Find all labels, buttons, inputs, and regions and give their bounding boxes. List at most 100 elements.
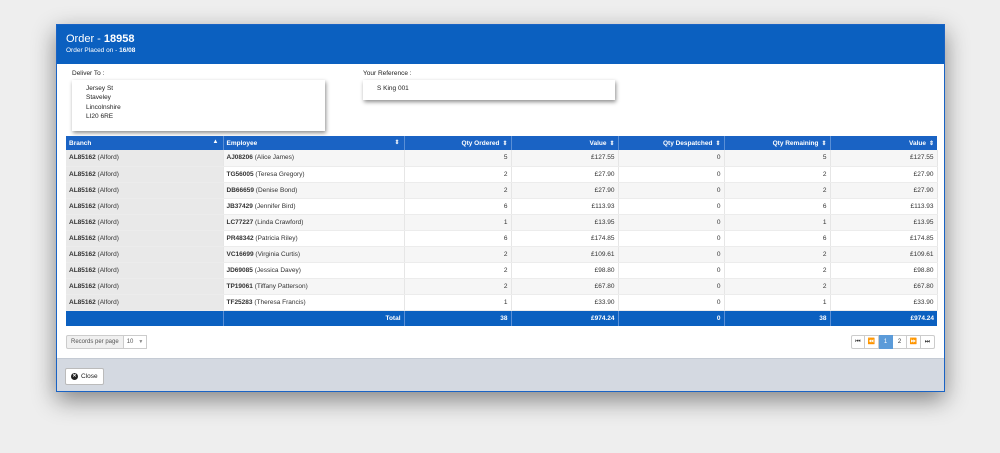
table-row[interactable]: AL85162 (Alford) TG56005 (Teresa Gregory)… — [66, 166, 938, 183]
table-row[interactable]: AL85162 (Alford) TP19061 (Tiffany Patters… — [66, 278, 938, 295]
value-remaining-cell: £67.80 — [830, 278, 938, 295]
sort-icon: ⇕ — [394, 140, 400, 146]
column-header-qty-ordered[interactable]: Qty Ordered ⇕ — [404, 136, 512, 150]
qty-ordered-cell: 2 — [404, 182, 512, 199]
employee-cell: VC16699 (Virginia Curtis) — [223, 246, 405, 263]
value-cell: £98.80 — [511, 262, 619, 279]
records-per-page-select[interactable]: 10 ▼ — [123, 335, 148, 349]
value-remaining-cell: £98.80 — [830, 262, 938, 279]
close-circle-icon: ✕ — [71, 373, 78, 380]
table-row[interactable]: AL85162 (Alford) JD69085 (Jessica Davey) 2… — [66, 262, 938, 279]
page-button-1[interactable]: 1 — [879, 335, 893, 349]
table-row[interactable]: AL85162 (Alford) LC77227 (Linda Crawford)… — [66, 214, 938, 231]
value-remaining-cell: £127.55 — [830, 150, 938, 167]
order-modal: Order - 18958 Order Placed on - 16/08 De… — [56, 24, 945, 392]
qty-despatched-cell: 0 — [618, 150, 725, 167]
totals-row: Total 38 £974.24 0 38 £974.24 — [66, 310, 937, 326]
qty-despatched-cell: 0 — [618, 166, 725, 183]
deliver-to-box: Jersey St Staveley Lincolnshire LI20 6RE — [72, 80, 325, 131]
value-cell: £33.90 — [511, 294, 619, 311]
qty-despatched-cell: 0 — [618, 182, 725, 199]
last-page-icon[interactable]: ⏭ — [921, 335, 935, 349]
table-row[interactable]: AL85162 (Alford) AJ08206 (Alice James) 5 £1… — [66, 150, 938, 167]
your-reference-box: S King 001 — [363, 80, 615, 100]
column-header-value-remaining[interactable]: Value ⇕ — [830, 136, 937, 150]
sort-icon: ⇕ — [502, 140, 508, 147]
table-row[interactable]: AL85162 (Alford) TF25283 (Theresa Francis… — [66, 294, 938, 311]
branch-cell: AL85162 (Alford) — [66, 182, 224, 199]
employee-cell: LC77227 (Linda Crawford) — [223, 214, 405, 231]
qty-ordered-cell: 1 — [404, 214, 512, 231]
close-button[interactable]: ✕ Close — [65, 368, 104, 385]
table-row[interactable]: AL85162 (Alford) JB37429 (Jennifer Bird) 6… — [66, 198, 938, 215]
branch-cell: AL85162 (Alford) — [66, 278, 224, 295]
table-row[interactable]: AL85162 (Alford) VC16699 (Virginia Curtis… — [66, 246, 938, 263]
modal-footer: ✕ Close — [57, 358, 944, 391]
qty-remaining-cell: 5 — [724, 150, 831, 167]
qty-remaining-cell: 6 — [724, 198, 831, 215]
employee-cell: TF25283 (Theresa Francis) — [223, 294, 405, 311]
page-button-2[interactable]: 2 — [893, 335, 907, 349]
qty-remaining-cell: 1 — [724, 294, 831, 311]
qty-ordered-cell: 6 — [404, 198, 512, 215]
sort-icon: ⇕ — [928, 140, 934, 147]
prev-page-icon[interactable]: ⏪ — [865, 335, 879, 349]
table-row[interactable]: AL85162 (Alford) DB66659 (Denise Bond) 2 £2… — [66, 182, 938, 199]
order-title: Order - 18958 — [66, 33, 135, 45]
value-remaining-cell: £27.90 — [830, 166, 938, 183]
branch-cell: AL85162 (Alford) — [66, 214, 224, 231]
next-page-icon[interactable]: ⏩ — [907, 335, 921, 349]
table-row[interactable]: AL85162 (Alford) PR48342 (Patricia Riley)… — [66, 230, 938, 247]
branch-cell: AL85162 (Alford) — [66, 150, 224, 167]
qty-ordered-cell: 2 — [404, 262, 512, 279]
first-page-icon[interactable]: ⏮ — [851, 335, 865, 349]
branch-cell: AL85162 (Alford) — [66, 294, 224, 311]
qty-ordered-cell: 2 — [404, 246, 512, 263]
order-lines-table: Branch ▲ Employee ⇕ Qty Ordered ⇕ Value ⇕ Qt… — [66, 136, 938, 326]
total-value: £974.24 — [511, 310, 619, 326]
total-qty-ordered: 38 — [404, 310, 512, 326]
qty-despatched-cell: 0 — [618, 294, 725, 311]
branch-cell: AL85162 (Alford) — [66, 230, 224, 247]
records-per-page-label: Records per page — [66, 335, 124, 349]
qty-despatched-cell: 0 — [618, 230, 725, 247]
your-reference-label: Your Reference : — [363, 70, 412, 77]
address-line: LI20 6RE — [86, 112, 114, 120]
value-cell: £113.93 — [511, 198, 619, 215]
sort-asc-icon: ▲ — [212, 139, 219, 145]
branch-cell: AL85162 (Alford) — [66, 166, 224, 183]
employee-cell: PR48342 (Patricia Riley) — [223, 230, 405, 247]
qty-despatched-cell: 0 — [618, 214, 725, 231]
value-cell: £174.85 — [511, 230, 619, 247]
qty-ordered-cell: 6 — [404, 230, 512, 247]
order-number: 18958 — [103, 33, 135, 45]
employee-cell: DB66659 (Denise Bond) — [223, 182, 405, 199]
total-qty-remaining: 38 — [724, 310, 831, 326]
qty-remaining-cell: 2 — [724, 262, 831, 279]
chevron-down-icon: ▼ — [138, 339, 144, 345]
totals-empty-cell — [66, 310, 224, 326]
column-header-qty-despatched[interactable]: Qty Despatched ⇕ — [618, 136, 725, 150]
branch-cell: AL85162 (Alford) — [66, 246, 224, 263]
value-remaining-cell: £109.61 — [830, 246, 938, 263]
close-button-label: Close — [81, 373, 98, 380]
column-header-qty-remaining[interactable]: Qty Remaining ⇕ — [724, 136, 831, 150]
value-cell: £13.95 — [511, 214, 619, 231]
qty-despatched-cell: 0 — [618, 246, 725, 263]
branch-cell: AL85162 (Alford) — [66, 198, 224, 215]
order-placed-date: 16/08 — [119, 47, 136, 54]
column-header-value[interactable]: Value ⇕ — [511, 136, 619, 150]
qty-remaining-cell: 2 — [724, 278, 831, 295]
sort-icon: ⇕ — [715, 140, 721, 147]
modal-header: Order - 18958 Order Placed on - 16/08 — [57, 25, 944, 64]
qty-ordered-cell: 2 — [404, 166, 512, 183]
column-header-branch[interactable]: Branch ▲ — [66, 136, 224, 150]
total-qty-despatched: 0 — [618, 310, 725, 326]
value-remaining-cell: £174.85 — [830, 230, 938, 247]
qty-despatched-cell: 0 — [618, 198, 725, 215]
qty-ordered-cell: 2 — [404, 278, 512, 295]
sort-icon: ⇕ — [609, 140, 615, 147]
value-cell: £109.61 — [511, 246, 619, 263]
records-per-page: Records per page 10 ▼ — [66, 335, 148, 349]
column-header-employee[interactable]: Employee ⇕ — [223, 136, 405, 150]
